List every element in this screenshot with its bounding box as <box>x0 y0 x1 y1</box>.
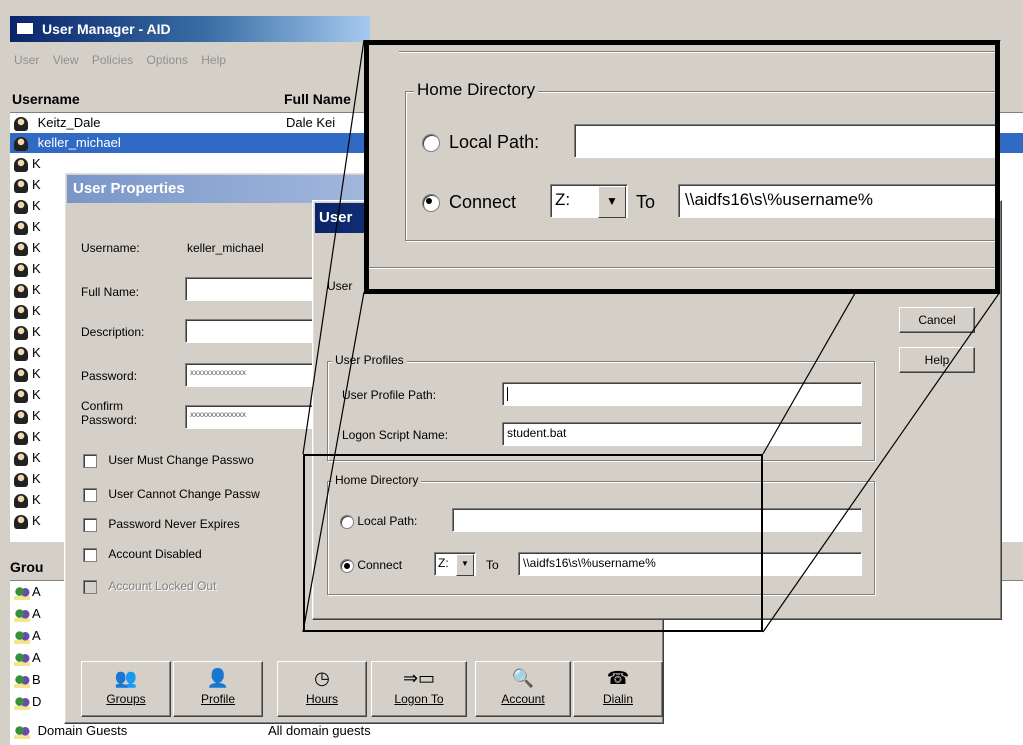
zoom-home-directory-legend: Home Directory <box>414 80 539 100</box>
zoom-connect-path-field: \\aidfs16\s\%username% <box>678 184 995 218</box>
radio-icon <box>422 134 440 153</box>
zoom-line-bottom-left <box>302 291 365 633</box>
zoom-to-label: To <box>636 192 656 212</box>
zoom-panel: Home Directory Local Path: Connect Z: ▼ … <box>364 40 1000 294</box>
zoom-top-divider <box>399 51 995 53</box>
zoom-drive-select: Z: ▼ <box>550 184 628 218</box>
zoom-home-directory-groupbox: Home Directory Local Path: Connect Z: ▼ … <box>405 80 995 241</box>
chevron-down-icon: ▼ <box>598 186 626 218</box>
zoom-line-bottom-right <box>762 291 1001 633</box>
zoom-local-path-option: Local Path: <box>422 132 539 153</box>
zoom-line-top-left <box>302 39 365 455</box>
radio-icon <box>422 194 440 213</box>
zoom-bottom-divider <box>369 267 995 269</box>
zoom-local-path-field <box>574 124 995 158</box>
zoom-connect-option: Connect <box>422 192 516 213</box>
